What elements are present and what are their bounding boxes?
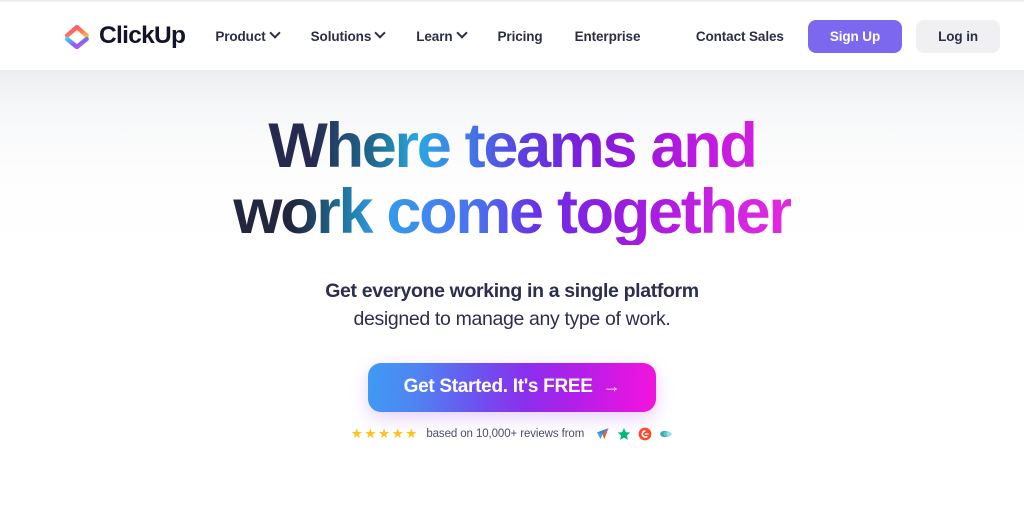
nav-item-solutions[interactable]: Solutions	[295, 21, 401, 52]
star-icon: ★	[378, 425, 391, 441]
getapp-icon[interactable]	[659, 427, 673, 441]
nav-label: Enterprise	[574, 28, 641, 44]
hero-section: Where teams and work come together Get e…	[0, 70, 1024, 515]
nav-label: Learn	[416, 28, 453, 44]
contact-sales-link[interactable]: Contact Sales	[686, 21, 794, 52]
main-navigation: Product Solutions Learn Pricing Enterpri…	[199, 21, 656, 52]
nav-label: Pricing	[497, 28, 543, 44]
reviews-caption: based on 10,000+ reviews from	[426, 427, 585, 440]
nav-item-enterprise[interactable]: Enterprise	[559, 21, 657, 52]
nav-label: Solutions	[310, 28, 372, 44]
chevron-down-icon	[374, 27, 386, 39]
review-site-logos	[596, 427, 673, 441]
arrow-right-icon: →	[602, 376, 621, 397]
headline-line-2: work come together	[233, 176, 793, 247]
cta-label: Get Started. It's FREE	[403, 376, 593, 398]
chevron-down-icon	[268, 27, 281, 39]
subheading-regular-line: designed to manage any type of work.	[353, 308, 671, 331]
nav-item-product[interactable]: Product	[199, 21, 294, 52]
star-icon: ★	[405, 425, 418, 441]
site-header: ClickUp Product Solutions Learn Pricing …	[0, 2, 1024, 70]
hero-subheading: Get everyone working in a single platfor…	[325, 278, 699, 334]
star-icon: ★	[350, 425, 363, 441]
sign-up-button[interactable]: Sign Up	[807, 19, 903, 53]
get-started-button[interactable]: Get Started. It's FREE →	[367, 362, 657, 412]
header-actions: Contact Sales Sign Up Log in	[686, 19, 1000, 53]
reviews-strip: ★ ★ ★ ★ ★ based on 10,000+ reviews from	[351, 427, 673, 441]
headline-line-1: Where teams and	[233, 113, 790, 180]
star-rating: ★ ★ ★ ★ ★	[351, 427, 418, 441]
subheading-bold-line: Get everyone working in a single platfor…	[325, 280, 699, 303]
chevron-down-icon	[455, 27, 468, 39]
nav-label: Product	[215, 28, 266, 44]
star-icon: ★	[364, 425, 377, 441]
clickup-chevron-logo-icon	[64, 23, 90, 50]
log-in-button[interactable]: Log in	[916, 19, 1000, 53]
nav-item-learn[interactable]: Learn	[400, 21, 481, 52]
star-icon: ★	[391, 425, 404, 441]
nav-item-pricing[interactable]: Pricing	[482, 21, 559, 52]
page-title: Where teams and work come together	[233, 113, 793, 247]
trustpilot-icon[interactable]	[617, 427, 631, 441]
capterra-icon[interactable]	[596, 427, 610, 441]
clickup-logo-link[interactable]: ClickUp	[64, 22, 186, 50]
brand-name: ClickUp	[99, 22, 186, 49]
g2-icon[interactable]	[638, 427, 652, 441]
